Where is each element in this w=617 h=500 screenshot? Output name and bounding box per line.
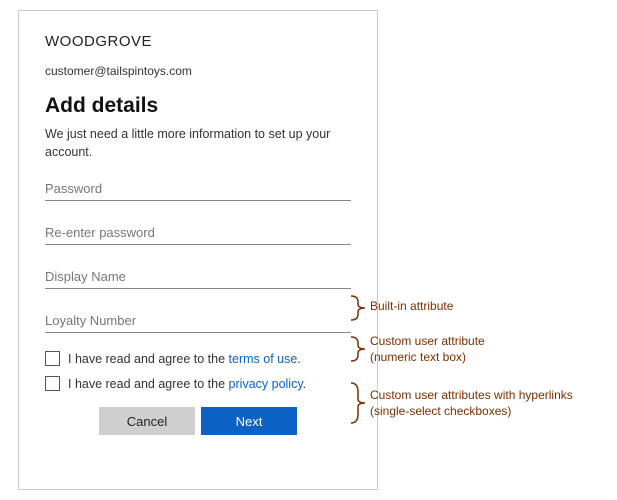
display-name-input[interactable] [45,263,351,289]
cancel-button[interactable]: Cancel [99,407,195,435]
annotation-builtin: Built-in attribute [370,299,453,315]
terms-checkbox[interactable] [45,351,60,366]
terms-label: I have read and agree to the terms of us… [68,352,301,366]
privacy-link[interactable]: privacy policy [229,377,303,391]
loyalty-number-input[interactable] [45,307,351,333]
privacy-label: I have read and agree to the privacy pol… [68,377,306,391]
privacy-checkbox[interactable] [45,376,60,391]
terms-row: I have read and agree to the terms of us… [45,351,351,366]
password-input[interactable] [45,175,351,201]
brand-name: WOODGROVE [45,33,351,50]
brace-icon [350,336,366,362]
privacy-row: I have read and agree to the privacy pol… [45,376,351,391]
brace-icon [350,382,366,424]
reenter-password-input[interactable] [45,219,351,245]
page-title: Add details [45,94,351,118]
annotation-custom-links: Custom user attributes with hyperlinks (… [370,388,573,419]
page-subtext: We just need a little more information t… [45,126,351,161]
brace-icon [350,295,366,321]
annotation-custom-numeric: Custom user attribute (numeric text box) [370,334,485,365]
user-email: customer@tailspintoys.com [45,64,351,78]
next-button[interactable]: Next [201,407,297,435]
button-row: Cancel Next [45,407,351,435]
terms-link[interactable]: terms of use [229,352,298,366]
signup-panel: WOODGROVE customer@tailspintoys.com Add … [18,10,378,490]
